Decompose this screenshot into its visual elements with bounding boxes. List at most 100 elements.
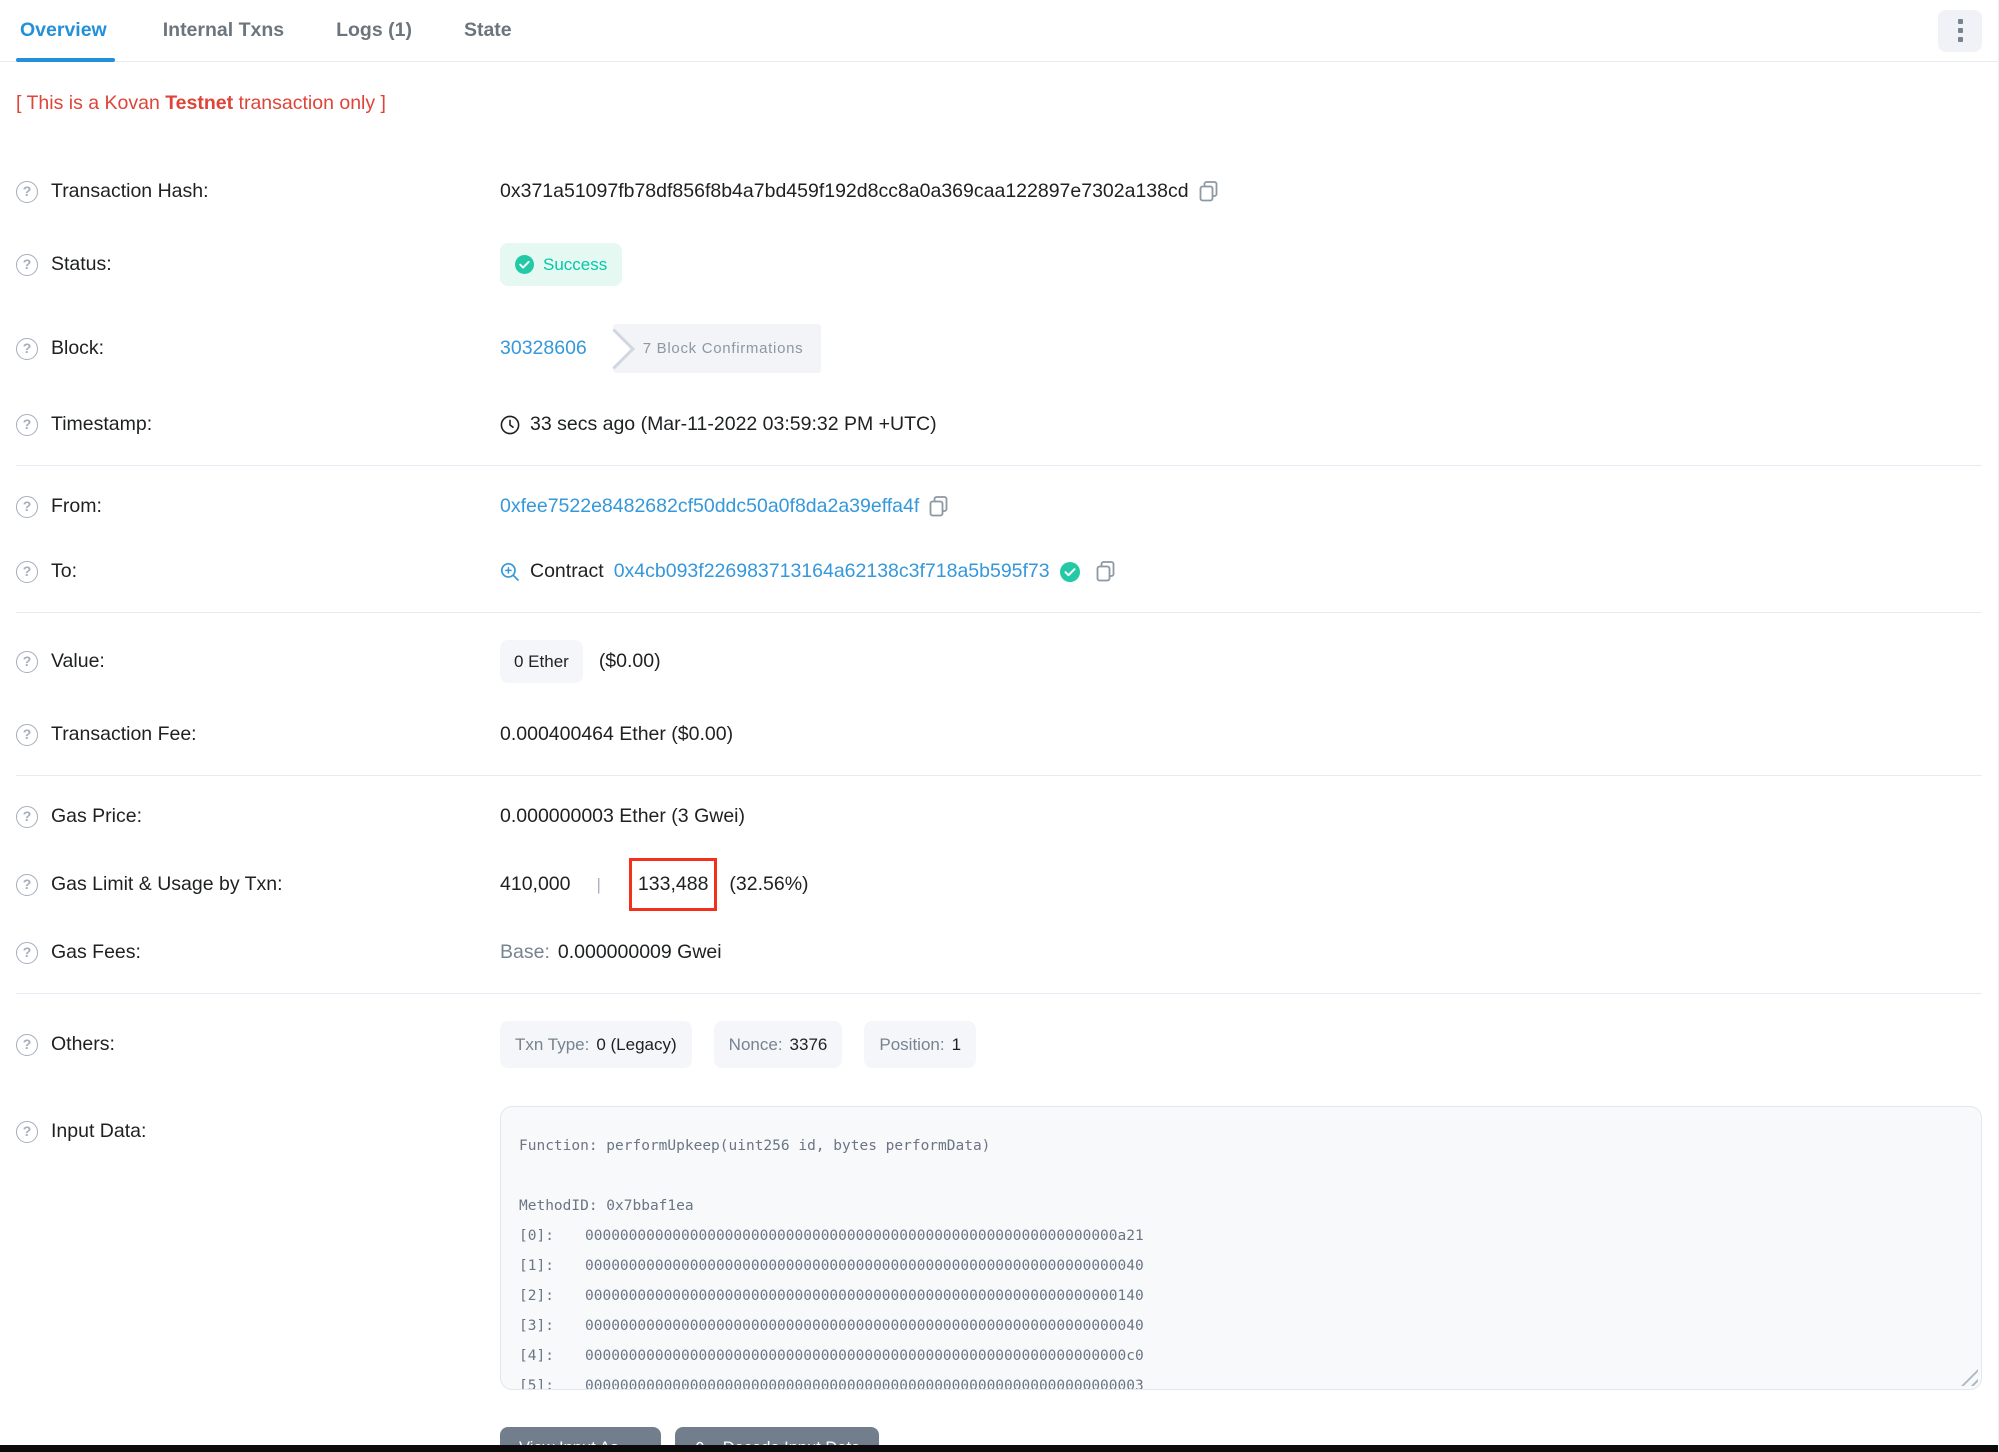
contract-preview-button[interactable] [500, 562, 520, 582]
to-address-link[interactable]: 0x4cb093f226983713164a62138c3f718a5b595f… [614, 558, 1050, 585]
gas-used-value: 133,488 [637, 873, 709, 895]
row-label: From: [51, 495, 102, 517]
tab-bar: Overview Internal Txns Logs (1) State [0, 0, 1998, 62]
help-icon [16, 1120, 38, 1143]
row-block: Block: 30328606 7 Block Confirmations [16, 305, 1982, 392]
row-label: Gas Limit & Usage by Txn: [51, 873, 283, 895]
row-label: Others: [51, 1033, 115, 1055]
gas-price-value: 0.000000003 Ether (3 Gwei) [500, 805, 745, 827]
row-value: Value: 0 Ether ($0.00) [16, 621, 1982, 702]
row-label: Input Data: [51, 1120, 147, 1142]
verified-check-icon [1059, 561, 1080, 582]
transaction-fee-value: 0.000400464 Ether ($0.00) [500, 723, 734, 745]
help-icon [16, 337, 38, 360]
tab-internal-txns[interactable]: Internal Txns [137, 0, 310, 61]
word-index: [3]: [519, 1318, 554, 1334]
testnet-notice: [ This is a Kovan Testnet transaction on… [16, 92, 1982, 115]
row-timestamp: Timestamp: 33 secs ago (Mar-11-2022 03:5… [16, 392, 1982, 457]
base-fee-value: 0.000000009 Gwei [557, 941, 722, 963]
input-function-line: Function: performUpkeep(uint256 id, byte… [519, 1138, 991, 1154]
copy-from-address-button[interactable] [929, 496, 948, 517]
transaction-hash-value: 0x371a51097fb78df856f8b4a7bd459f192d8cc8… [500, 180, 1189, 202]
tab-logs[interactable]: Logs (1) [310, 0, 438, 61]
gas-separator: | [596, 875, 601, 894]
badge-key: Position: [879, 1035, 945, 1054]
from-address-link[interactable]: 0xfee7522e8482682cf50ddc50a0f8da2a39effa… [500, 493, 919, 520]
tab-overview[interactable]: Overview [16, 0, 137, 62]
badge-value: 3376 [789, 1035, 828, 1054]
timestamp-value: 33 secs ago (Mar-11-2022 03:59:32 PM +UT… [530, 413, 937, 435]
row-transaction-fee: Transaction Fee: 0.000400464 Ether ($0.0… [16, 702, 1982, 767]
help-icon [16, 650, 38, 673]
copy-icon [1096, 561, 1115, 582]
notice-bold: Testnet [165, 92, 234, 114]
status-badge: Success [500, 243, 623, 286]
word-hex: 0000000000000000000000000000000000000000… [585, 1348, 1144, 1364]
help-icon [16, 723, 38, 746]
group-gas: Gas Price: 0.000000003 Ether (3 Gwei) Ga… [16, 776, 1982, 994]
kebab-icon [1957, 19, 1963, 42]
help-icon [16, 560, 38, 583]
gas-used-highlight: 133,488 [628, 858, 718, 911]
row-transaction-hash: Transaction Hash: 0x371a51097fb78df856f8… [16, 159, 1982, 224]
input-word-row: [2]: 000000000000000000000000000000000000… [519, 1281, 1961, 1311]
row-label: To: [51, 560, 78, 582]
notice-prefix: [ This is a Kovan [16, 92, 166, 114]
help-icon [16, 495, 38, 518]
row-gas-fees: Gas Fees: Base: 0.000000009 Gwei [16, 920, 1982, 985]
copy-to-address-button[interactable] [1096, 561, 1115, 582]
row-label: Value: [51, 650, 105, 672]
word-hex: 0000000000000000000000000000000000000000… [585, 1288, 1144, 1304]
row-label: Status: [51, 253, 112, 275]
word-index: [0]: [519, 1228, 554, 1244]
help-icon [16, 873, 38, 896]
word-hex: 0000000000000000000000000000000000000000… [585, 1318, 1144, 1334]
txn-type-badge: Txn Type: 0 (Legacy) [500, 1021, 692, 1068]
help-icon [16, 253, 38, 276]
tab-state[interactable]: State [438, 0, 538, 61]
copy-icon [1199, 181, 1218, 202]
notice-suffix: transaction only ] [233, 92, 386, 114]
row-label: Timestamp: [51, 413, 153, 435]
input-data-textarea[interactable]: Function: performUpkeep(uint256 id, byte… [500, 1106, 1982, 1390]
input-word-row: [0]: 000000000000000000000000000000000000… [519, 1221, 1961, 1251]
word-hex: 0000000000000000000000000000000000000000… [585, 1258, 1144, 1274]
group-hash-status-block-time: Transaction Hash: 0x371a51097fb78df856f8… [16, 151, 1982, 466]
help-icon [16, 413, 38, 436]
block-confirmations-badge: 7 Block Confirmations [612, 324, 822, 373]
input-word-row: [3]: 000000000000000000000000000000000000… [519, 1311, 1961, 1341]
row-others: Others: Txn Type: 0 (Legacy) Nonce: 3376… [16, 1002, 1982, 1087]
group-value-fee: Value: 0 Ether ($0.00) Transaction Fee: … [16, 613, 1982, 776]
word-hex: 0000000000000000000000000000000000000000… [585, 1228, 1144, 1244]
base-fee-label: Base: [500, 941, 550, 963]
copy-txhash-button[interactable] [1199, 181, 1218, 202]
value-ether-badge: 0 Ether [500, 640, 583, 683]
row-gas-price: Gas Price: 0.000000003 Ether (3 Gwei) [16, 784, 1982, 849]
clock-icon [500, 415, 520, 435]
word-index: [5]: [519, 1378, 554, 1390]
to-contract-label: Contract [530, 560, 604, 582]
search-plus-icon [500, 562, 520, 582]
block-number-link[interactable]: 30328606 [500, 335, 587, 362]
help-icon [16, 1033, 38, 1056]
row-gas-limit-usage: Gas Limit & Usage by Txn: 410,000 | 133,… [16, 849, 1982, 920]
row-label: Transaction Hash: [51, 180, 209, 202]
row-label: Gas Price: [51, 805, 143, 827]
word-index: [2]: [519, 1288, 554, 1304]
check-circle-icon [515, 255, 534, 274]
row-status: Status: Success [16, 224, 1982, 305]
resize-handle[interactable] [1961, 1369, 1978, 1386]
group-others-input: Others: Txn Type: 0 (Legacy) Nonce: 3376… [16, 994, 1982, 1452]
row-from: From: 0xfee7522e8482682cf50ddc50a0f8da2a… [16, 474, 1982, 539]
input-methodid-line: MethodID: 0x7bbaf1ea [519, 1198, 694, 1214]
more-options-button[interactable] [1938, 9, 1982, 52]
value-usd: ($0.00) [598, 650, 661, 672]
badge-key: Nonce: [728, 1035, 783, 1054]
badge-key: Txn Type: [515, 1035, 590, 1054]
input-word-row: [5]: 000000000000000000000000000000000000… [519, 1371, 1961, 1390]
position-badge: Position: 1 [864, 1021, 977, 1068]
input-word-row: [1]: 000000000000000000000000000000000000… [519, 1251, 1961, 1281]
row-to: To: Contract 0x4cb093f226983713164a62138… [16, 539, 1982, 604]
word-hex: 0000000000000000000000000000000000000000… [585, 1378, 1144, 1390]
input-blank-line [519, 1161, 1961, 1191]
